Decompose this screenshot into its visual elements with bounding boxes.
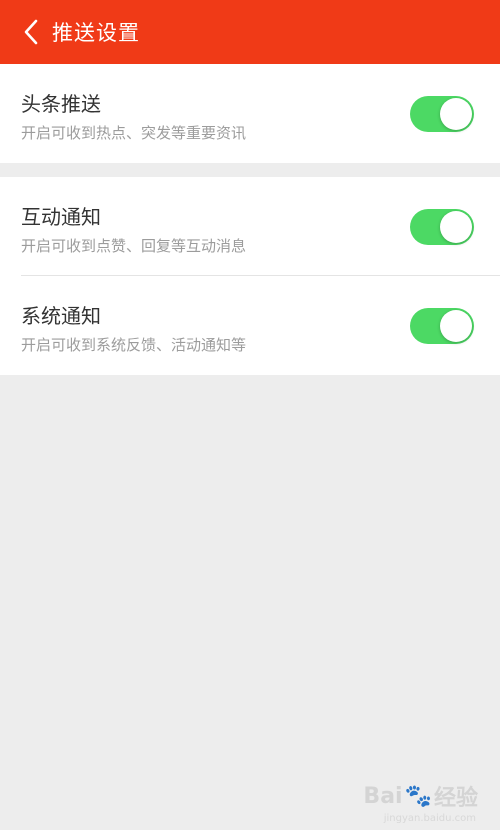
setting-description: 开启可收到热点、突发等重要资讯: [21, 124, 247, 142]
paw-icon: 🐾: [404, 783, 432, 809]
toggle-knob: [440, 98, 472, 130]
setting-description: 开启可收到点赞、回复等互动消息: [21, 237, 247, 255]
headline-push-toggle[interactable]: [410, 96, 474, 132]
setting-row-headline-push: 头条推送 开启可收到热点、突发等重要资讯: [0, 64, 500, 163]
baidu-jingyan-watermark: Bai 🐾 经验: [363, 780, 478, 812]
watermark-brand-right: 经验: [433, 786, 478, 811]
setting-description: 开启可收到系统反馈、活动通知等: [21, 336, 247, 354]
app-header: 推送设置: [0, 0, 500, 64]
chevron-left-icon: [23, 19, 39, 45]
section-gap: [0, 163, 500, 177]
section-notifications: 互动通知 开启可收到点赞、回复等互动消息 系统通知 开启可收到系统反馈、活动通知…: [0, 177, 500, 375]
setting-row-system-notice: 系统通知 开启可收到系统反馈、活动通知等: [0, 276, 500, 375]
setting-row-interaction-notice: 互动通知 开启可收到点赞、回复等互动消息: [0, 177, 500, 276]
watermark-brand-left: Bai: [363, 783, 403, 809]
system-notice-toggle[interactable]: [410, 308, 474, 344]
setting-title: 系统通知: [21, 304, 101, 328]
toggle-knob: [440, 310, 472, 342]
watermark-url: jingyan.baidu.com: [383, 813, 476, 824]
interaction-notice-toggle[interactable]: [410, 209, 474, 245]
setting-title: 互动通知: [21, 205, 101, 229]
setting-title: 头条推送: [21, 92, 101, 116]
section-headline: 头条推送 开启可收到热点、突发等重要资讯: [0, 64, 500, 163]
page-title: 推送设置: [52, 21, 140, 45]
toggle-knob: [440, 211, 472, 243]
back-button[interactable]: [16, 12, 46, 52]
